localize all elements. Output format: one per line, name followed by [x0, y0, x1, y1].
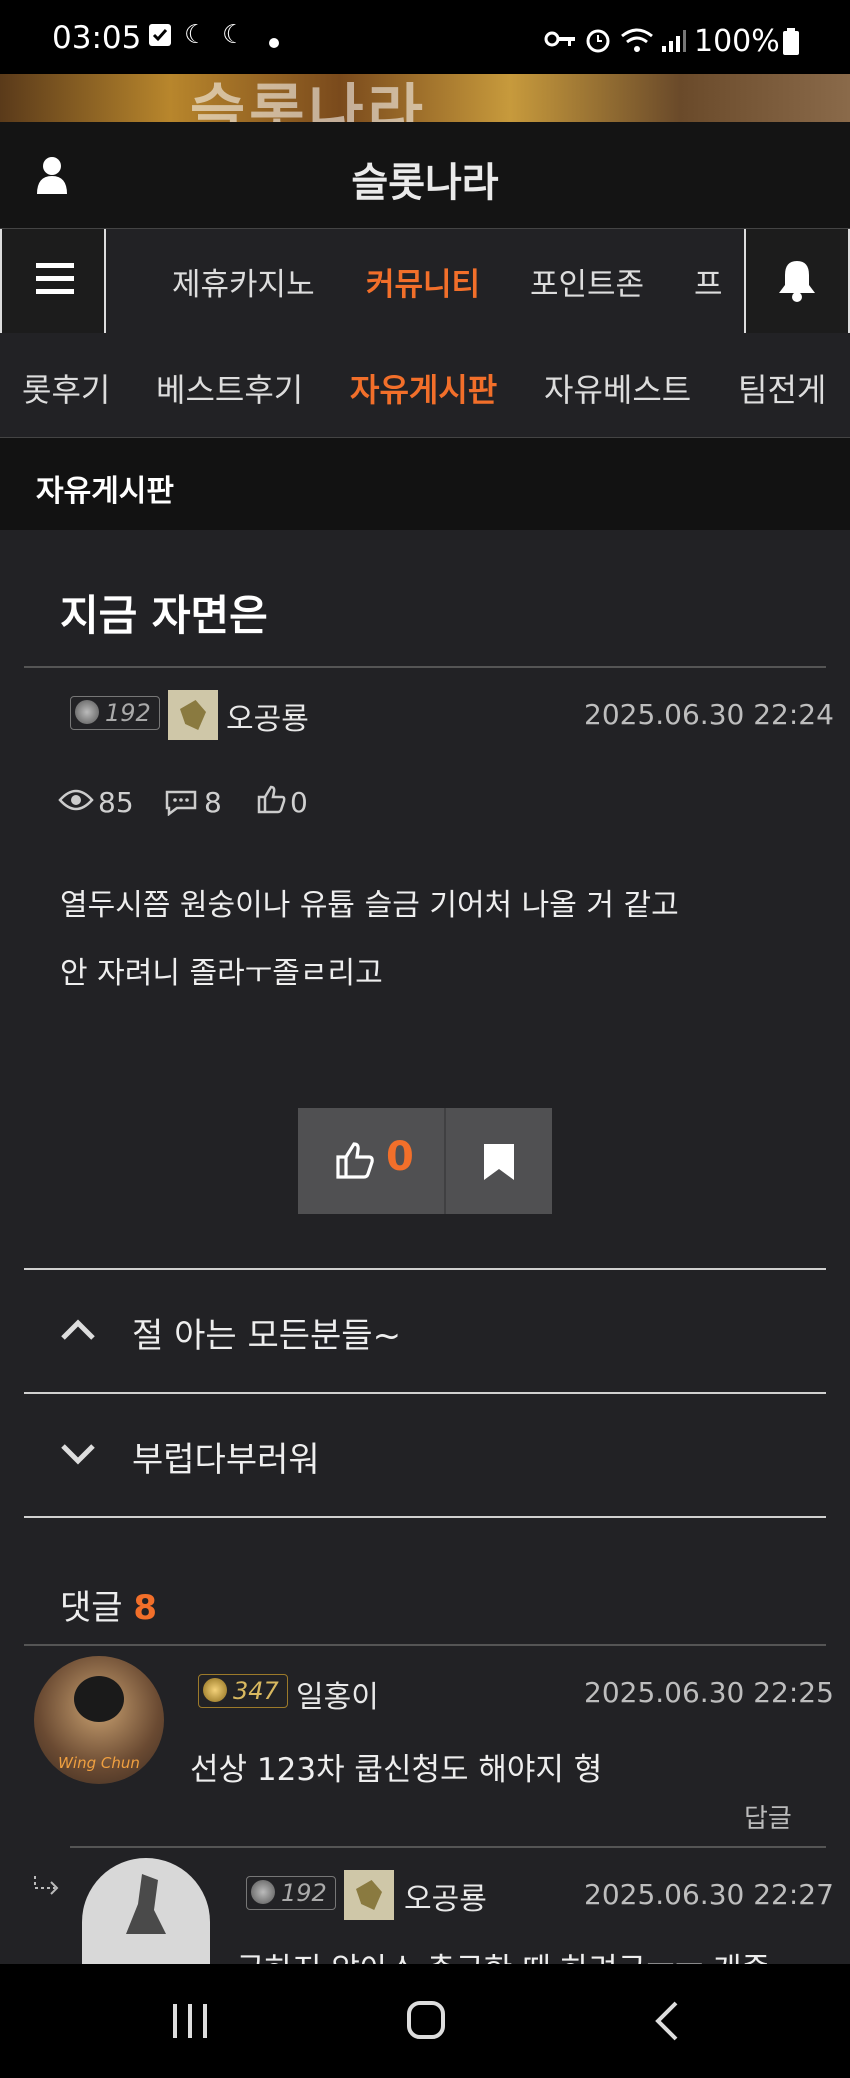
view-count: 85: [98, 786, 134, 819]
subnav-item-free-best[interactable]: 자유베스트: [544, 365, 691, 411]
comment-date: 2025.06.30 22:27: [584, 1878, 834, 1911]
main-nav: 제휴카지노 커뮤니티 포인트존 프: [0, 228, 850, 334]
post-body-line-2: 안 자려니 졸라ㅜ졸ㄹ리고: [60, 956, 383, 991]
subnav-item-slot-review[interactable]: 롯후기: [22, 365, 110, 411]
post-title: 지금 자면은: [60, 591, 268, 640]
next-post-link[interactable]: 부럽다부러워: [0, 1394, 850, 1516]
divider: [24, 666, 826, 668]
board-label-bar: 자유게시판: [0, 438, 850, 530]
site-title[interactable]: 슬롯나라: [0, 150, 850, 208]
comments-label: 댓글: [60, 1588, 123, 1628]
status-time: 03:05: [52, 20, 142, 56]
battery-icon: [782, 28, 800, 60]
subnav-item-free-board[interactable]: 자유게시판: [350, 365, 497, 411]
post-action-box: 0: [298, 1108, 552, 1214]
commenter-level: 192: [281, 1879, 327, 1907]
checkbox-notification-icon: [148, 22, 172, 55]
commenter-level-badge: 192: [246, 1876, 336, 1910]
nav-item-community[interactable]: 커뮤니티: [366, 259, 480, 304]
comment-text-clip: 극하지 않아스 충구한 때 하려구ㅜㅜ 개좀: [236, 1944, 836, 1964]
menu-button[interactable]: [0, 229, 106, 333]
author-level: 192: [105, 699, 151, 727]
divider: [24, 1644, 826, 1646]
app-notification-icon: ☾: [184, 20, 208, 50]
alarm-icon: [584, 26, 612, 58]
chevron-up-icon: [60, 1318, 96, 1346]
commenter-name[interactable]: 오공룡: [404, 1874, 487, 1918]
divider: [24, 1516, 826, 1518]
prev-post-link[interactable]: 절 아는 모든분들~: [0, 1270, 850, 1392]
comment-text: 극하지 않아스 충구한 때 하려구ㅜㅜ 개좀: [236, 1944, 770, 1964]
reply-button[interactable]: 답글: [744, 1798, 792, 1835]
status-bar: 03:05 ☾ ☾ 100%: [0, 0, 850, 74]
author-icon: [168, 690, 218, 740]
sub-nav: 롯후기 베스트후기 자유게시판 자유베스트 팀전게: [0, 333, 850, 438]
bell-icon: [776, 257, 818, 307]
author-name[interactable]: 오공룡: [226, 694, 309, 738]
wifi-icon: [620, 26, 654, 58]
hamburger-icon: [36, 261, 74, 301]
thumbs-up-outline-icon: [256, 784, 286, 818]
recent-apps-button[interactable]: [170, 2002, 210, 2044]
vpn-key-icon: [544, 30, 576, 52]
eye-icon: [58, 788, 94, 816]
like-count: 0: [290, 786, 308, 819]
level-gem-icon: [75, 700, 99, 724]
nav-item-partner-casino[interactable]: 제휴카지노: [172, 259, 315, 304]
bookmark-button[interactable]: [446, 1108, 552, 1214]
post-body-line-1: 열두시쯤 원숭이나 유튭 슬금 기어처 나올 거 같고: [60, 888, 679, 923]
prev-post-title: 절 아는 모든분들~: [132, 1316, 402, 1356]
avatar-figure: [74, 1676, 124, 1722]
chevron-down-icon: [60, 1442, 96, 1470]
bookmark-icon: [482, 1142, 516, 1186]
nav-item-partial[interactable]: 프: [694, 259, 723, 304]
commenter-level: 347: [233, 1677, 279, 1705]
avatar[interactable]: [82, 1858, 210, 1964]
comments-heading: 댓글 8: [60, 1580, 157, 1629]
site-header: 슬롯나라: [0, 122, 850, 228]
level-gem-icon: [251, 1880, 275, 1904]
commenter-level-badge: 347: [198, 1674, 288, 1708]
app-notification-icon-2: ☾: [222, 20, 246, 50]
comment-text: 선상 123차 쿱신청도 해야지 형: [190, 1752, 603, 1788]
commenter-icon: [344, 1870, 394, 1920]
post-date: 2025.06.30 22:24: [584, 698, 834, 731]
subnav-item-team-battle[interactable]: 팀전게: [738, 365, 826, 411]
comment-icon: [164, 788, 198, 820]
home-button[interactable]: [406, 2000, 446, 2044]
avatar-figure: [126, 1874, 166, 1934]
system-nav-bar: [0, 1964, 850, 2078]
nav-item-point-zone[interactable]: 포인트존: [530, 259, 644, 304]
back-button[interactable]: [652, 2000, 682, 2046]
author-level-badge: 192: [70, 696, 160, 730]
avatar[interactable]: Wing Chun: [34, 1656, 164, 1784]
like-button[interactable]: 0: [298, 1108, 444, 1214]
top-banner-image[interactable]: 슬롯나라: [0, 74, 850, 122]
banner-text: 슬롯나라: [190, 78, 427, 122]
comment-count: 8: [204, 786, 222, 819]
level-gem-icon: [203, 1678, 227, 1702]
more-notifications-dot-icon: [268, 26, 280, 56]
avatar-caption: Wing Chun: [58, 1754, 140, 1772]
commenter-name[interactable]: 일홍이: [296, 1672, 379, 1716]
notification-button[interactable]: [744, 229, 850, 333]
comments-count: 8: [133, 1588, 158, 1628]
next-post-title: 부럽다부러워: [132, 1440, 320, 1480]
like-button-count: 0: [386, 1134, 414, 1180]
subnav-item-best-review[interactable]: 베스트후기: [156, 365, 303, 411]
battery-percent: 100%: [694, 24, 780, 59]
thumbs-up-icon: [334, 1140, 374, 1184]
comment-date: 2025.06.30 22:25: [584, 1676, 834, 1709]
divider: [70, 1846, 826, 1848]
board-label: 자유게시판: [36, 474, 174, 509]
reply-arrow-icon: [32, 1874, 62, 1900]
signal-icon: [660, 28, 686, 58]
